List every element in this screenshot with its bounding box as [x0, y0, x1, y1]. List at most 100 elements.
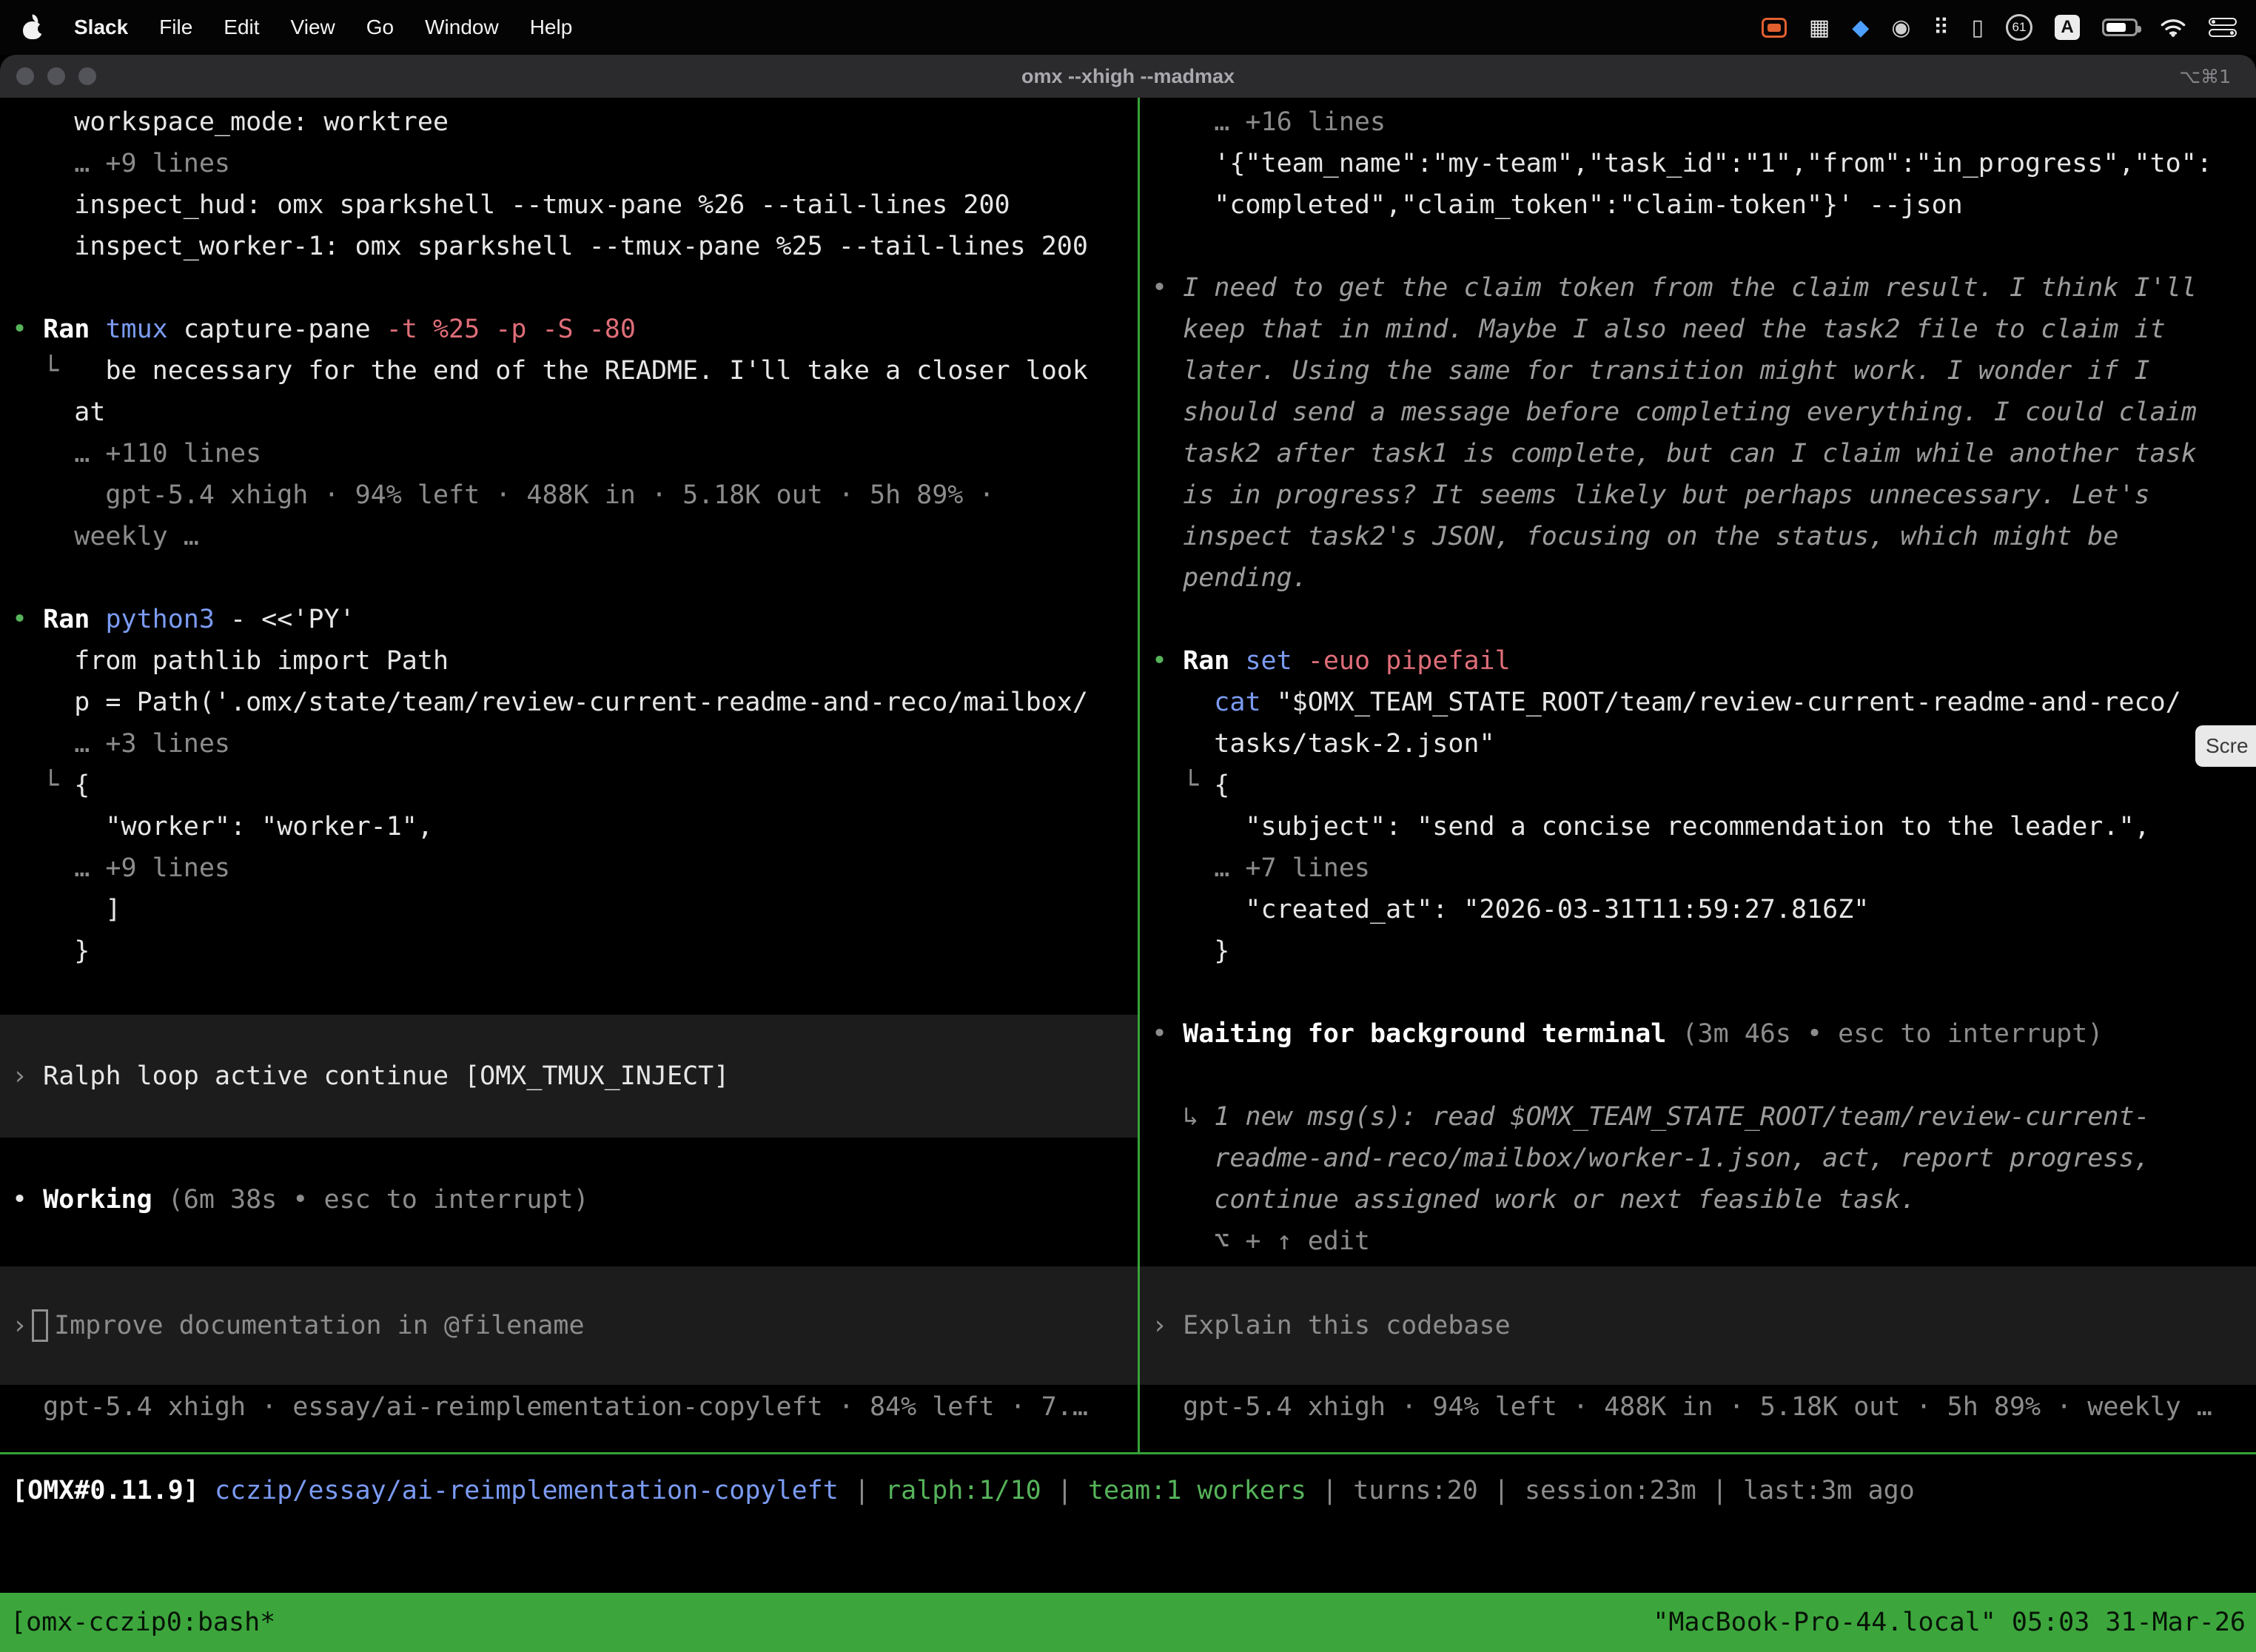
working-status-line: • Working (6m 38s • esc to interrupt): [12, 1179, 589, 1220]
omx-status-line: [OMX#0.11.9] cczip/essay/ai-reimplementa…: [12, 1470, 1915, 1511]
wifi-icon[interactable]: [2160, 17, 2186, 38]
terminal-line: "completed","claim_token":"claim-token"}…: [1152, 184, 2256, 226]
screen-recording-icon[interactable]: [1762, 18, 1787, 38]
prompt-chevron: ›: [12, 1311, 27, 1340]
terminal-line: }: [12, 930, 1138, 972]
menu-app-name[interactable]: Slack: [74, 16, 128, 39]
zoom-button[interactable]: [78, 67, 96, 85]
terminal-line: … +9 lines: [12, 847, 1138, 889]
terminal-line: readme-and-reco/mailbox/worker-1.json, a…: [1152, 1138, 2256, 1179]
traffic-lights: [16, 67, 96, 85]
terminal-line: cat "$OMX_TEAM_STATE_ROOT/team/review-cu…: [1152, 682, 2256, 723]
input-placeholder: Explain this codebase: [1183, 1311, 1511, 1340]
terminal-line: ]: [12, 889, 1138, 930]
close-button[interactable]: [16, 67, 34, 85]
terminal-line: '{"team_name":"my-team","task_id":"1","f…: [1152, 143, 2256, 184]
tab-shortcut-hint: ⌥⌘1: [2179, 66, 2231, 87]
display-pill-icon[interactable]: ▯: [1971, 15, 1984, 41]
terminal-line: later. Using the same for transition mig…: [1152, 350, 2256, 392]
menu-view[interactable]: View: [291, 16, 335, 39]
queued-message-box[interactable]: › Ralph loop active continue [OMX_TMUX_I…: [0, 1015, 1138, 1138]
terminal-line: • Ran python3 - <<'PY': [12, 599, 1138, 640]
queued-message-text: Ralph loop active continue [OMX_TMUX_INJ…: [43, 1061, 729, 1091]
prompt-input-right[interactable]: › Explain this codebase: [1140, 1266, 2256, 1385]
menu-go[interactable]: Go: [366, 16, 394, 39]
window-title-bar[interactable]: omx --xhigh --madmax ⌥⌘1: [0, 55, 2256, 98]
menu-bar-status-icons: ▦ ◆ ◉ ⠿ ▯ 61 A: [1762, 14, 2237, 41]
session-footer-right: gpt-5.4 xhigh · 94% left · 488K in · 5.1…: [1152, 1386, 2212, 1428]
terminal-line: continue assigned work or next feasible …: [1152, 1179, 2256, 1220]
terminal-line: … +9 lines: [12, 143, 1138, 184]
text-cursor: [32, 1309, 48, 1342]
terminal-line: "worker": "worker-1",: [12, 806, 1138, 847]
tmux-session-label: [omx-cczip0:bash*: [10, 1608, 275, 1637]
terminal-line: }: [1152, 930, 2256, 972]
terminal-line: should send a message before completing …: [1152, 392, 2256, 433]
blue-diamond-icon[interactable]: ◆: [1852, 15, 1869, 41]
menu-bar-left: Slack File Edit View Go Window Help: [22, 15, 572, 40]
session-footer-left: gpt-5.4 xhigh · essay/ai-reimplementatio…: [12, 1386, 1088, 1428]
screen: Slack File Edit View Go Window Help ▦ ◆ …: [0, 0, 2256, 1652]
terminal-line: weekly …: [12, 516, 1138, 557]
tmux-status-bar: [omx-cczip0:bash* "MacBook-Pro-44.local"…: [0, 1593, 2256, 1652]
terminal-lines-right: … +16 lines '{"team_name":"my-team","tas…: [1152, 101, 2256, 1262]
terminal-line: └ {: [12, 765, 1138, 806]
terminal-line: ⌥ + ↑ edit: [1152, 1220, 2256, 1262]
input-placeholder: Improve documentation in @filename: [54, 1311, 584, 1340]
battery-icon[interactable]: [2102, 19, 2138, 36]
terminal-line: "created_at": "2026-03-31T11:59:27.816Z": [1152, 889, 2256, 930]
terminal-lines-left: workspace_mode: worktree … +9 lines insp…: [12, 101, 1138, 972]
terminal-line: └ {: [1152, 765, 2256, 806]
terminal-line: task2 after task1 is complete, but can I…: [1152, 433, 2256, 474]
terminal-line: • Waiting for background terminal (3m 46…: [1152, 1013, 2256, 1055]
minimize-button[interactable]: [47, 67, 65, 85]
battery-percent-badge[interactable]: 61: [2006, 14, 2032, 41]
menu-file[interactable]: File: [159, 16, 192, 39]
terminal-line: … +110 lines: [12, 433, 1138, 474]
screen-overlay[interactable]: Scre: [2195, 725, 2256, 767]
terminal-window: omx --xhigh --madmax ⌥⌘1 workspace_mode:…: [0, 55, 2256, 1652]
apple-menu-icon[interactable]: [22, 15, 43, 40]
prompt-chevron: ›: [12, 1061, 27, 1091]
prompt-chevron: ›: [1152, 1311, 1167, 1340]
control-center-icon[interactable]: [2209, 18, 2237, 37]
terminal-line: • Ran set -euo pipefail: [1152, 640, 2256, 682]
terminal-line: [12, 557, 1138, 599]
terminal-line: is in progress? It seems likely but perh…: [1152, 474, 2256, 516]
terminal-line: inspect_worker-1: omx sparkshell --tmux-…: [12, 226, 1138, 267]
terminal-pane-right[interactable]: … +16 lines '{"team_name":"my-team","tas…: [1140, 98, 2256, 1452]
terminal-line: ↳ 1 new msg(s): read $OMX_TEAM_STATE_ROO…: [1152, 1096, 2256, 1138]
terminal-line: • Ran tmux capture-pane -t %25 -p -S -80: [12, 309, 1138, 350]
terminal-line: [1152, 599, 2256, 640]
grid-icon[interactable]: ▦: [1809, 15, 1830, 41]
dots-grid-icon[interactable]: ⠿: [1933, 15, 1950, 41]
terminal-line: p = Path('.omx/state/team/review-current…: [12, 682, 1138, 723]
menu-window[interactable]: Window: [425, 16, 499, 39]
status-separator-line: [0, 1452, 2256, 1454]
terminal-line: [1152, 972, 2256, 1013]
terminal-pane-left[interactable]: workspace_mode: worktree … +9 lines insp…: [0, 98, 1138, 1452]
menu-edit[interactable]: Edit: [224, 16, 259, 39]
terminal-line: • I need to get the claim token from the…: [1152, 267, 2256, 309]
terminal-line: "subject": "send a concise recommendatio…: [1152, 806, 2256, 847]
menu-help[interactable]: Help: [530, 16, 573, 39]
screen-overlay-label: Scre: [2206, 734, 2249, 758]
input-source-icon[interactable]: A: [2055, 15, 2080, 40]
terminal-line: └ be necessary for the end of the README…: [12, 350, 1138, 392]
prompt-input-left[interactable]: › Improve documentation in @filename: [0, 1266, 1138, 1385]
terminal-line: … +16 lines: [1152, 101, 2256, 143]
terminal-line: at: [12, 392, 1138, 433]
terminal-line: gpt-5.4 xhigh · 94% left · 488K in · 5.1…: [12, 474, 1138, 516]
window-title: omx --xhigh --madmax: [1021, 65, 1235, 88]
terminal-line: [12, 267, 1138, 309]
terminal-line: inspect_hud: omx sparkshell --tmux-pane …: [12, 184, 1138, 226]
terminal-line: [1152, 226, 2256, 267]
terminal-line: … +3 lines: [12, 723, 1138, 765]
terminal-line: tasks/task-2.json": [1152, 723, 2256, 765]
terminal-line: [1152, 1055, 2256, 1096]
terminal-line: from pathlib import Path: [12, 640, 1138, 682]
terminal-line: … +7 lines: [1152, 847, 2256, 889]
terminal-content: workspace_mode: worktree … +9 lines insp…: [0, 98, 2256, 1652]
terminal-line: keep that in mind. Maybe I also need the…: [1152, 309, 2256, 350]
sphere-icon[interactable]: ◉: [1891, 15, 1910, 41]
